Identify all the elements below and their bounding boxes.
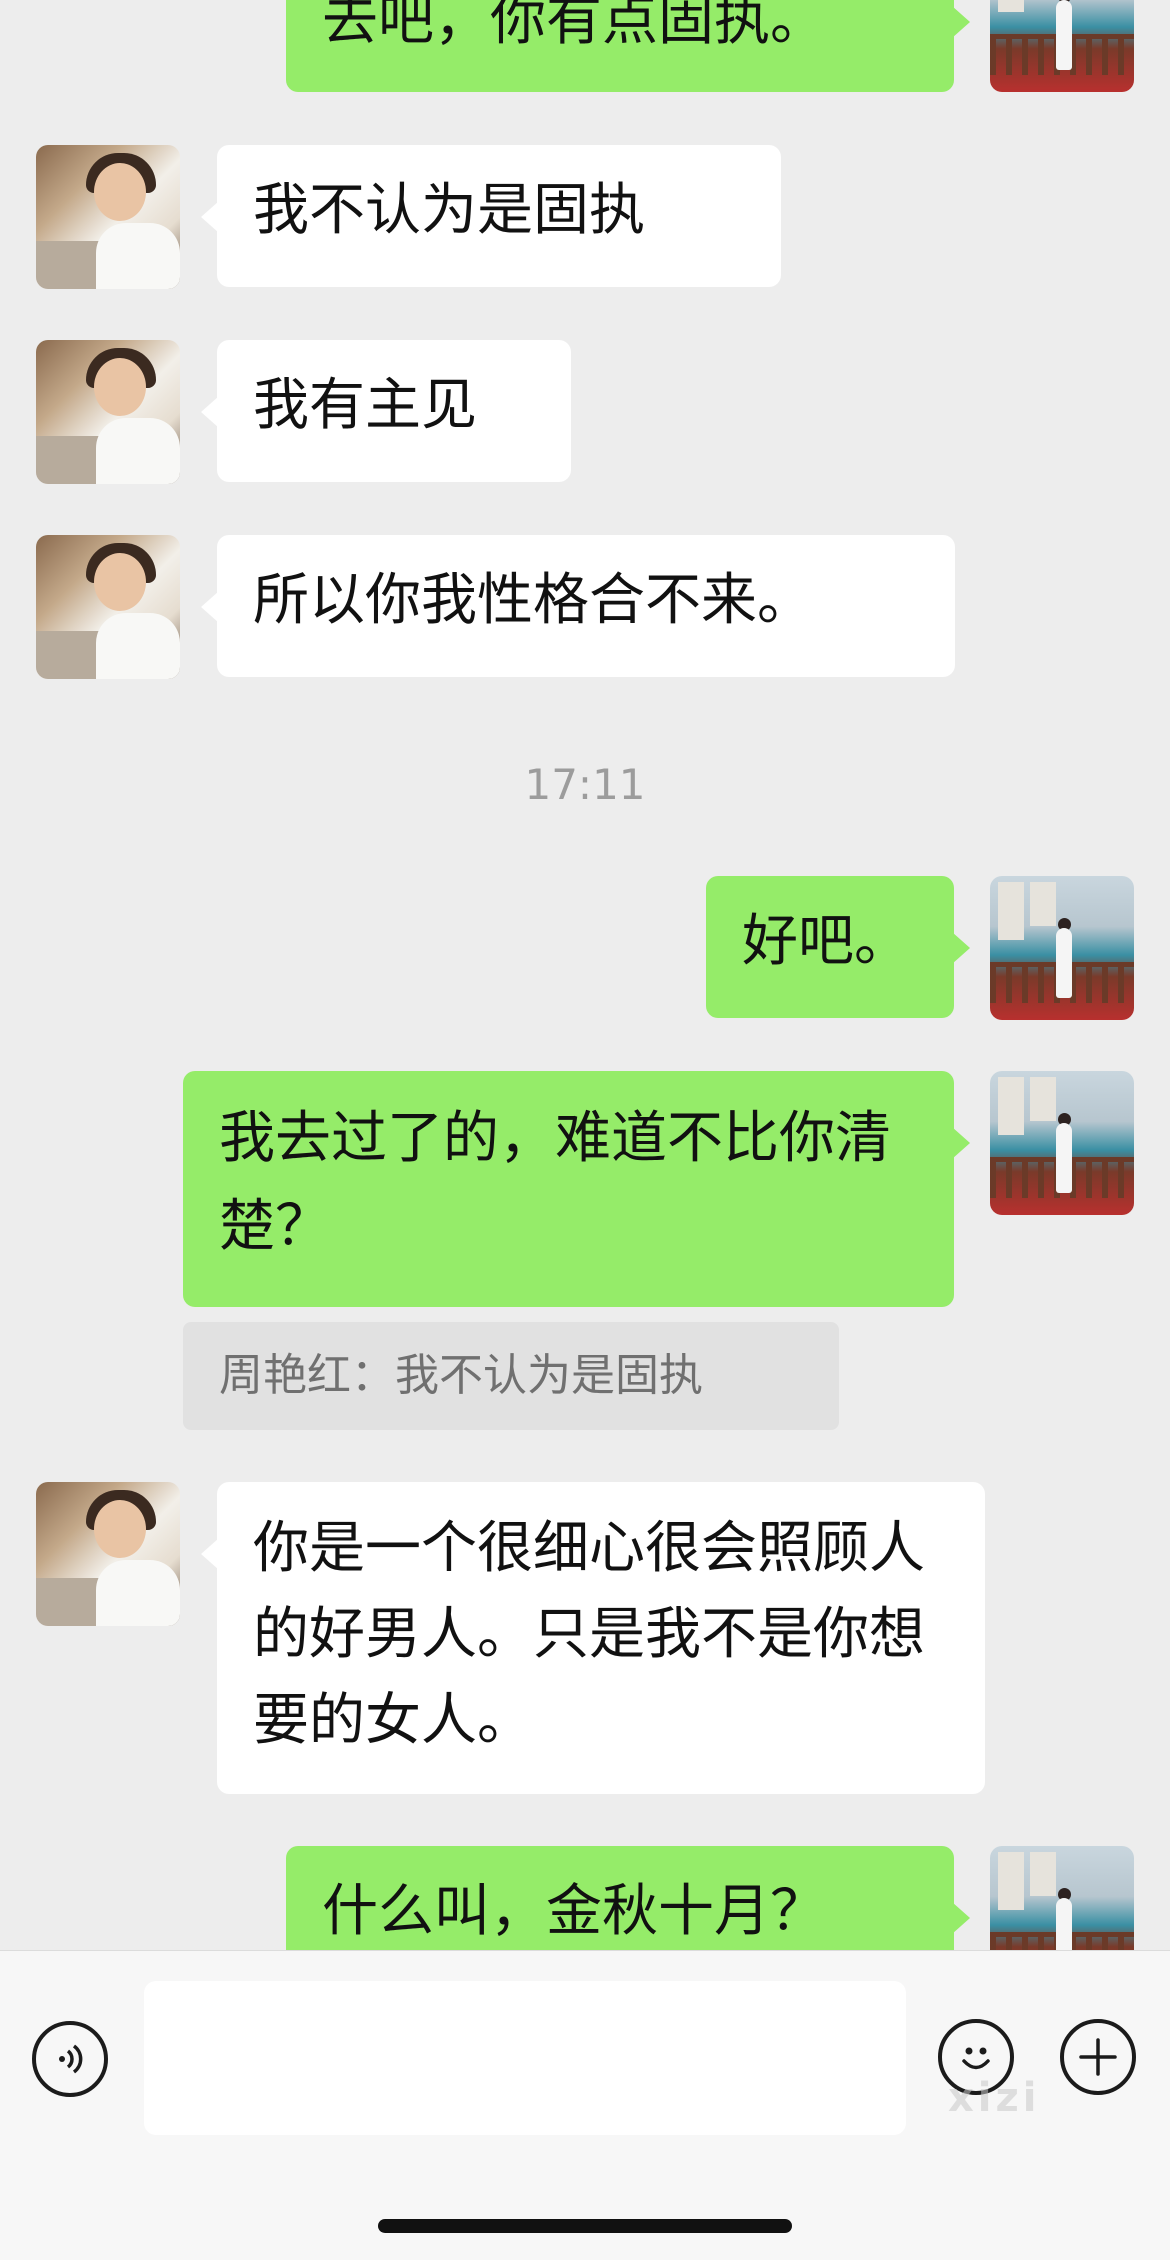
quoted-message[interactable]: 周艳红：我不认为是固执 [183,1322,839,1430]
my-avatar[interactable] [990,0,1134,92]
contact-avatar[interactable] [36,340,180,484]
chat-area[interactable]: 去吧，你有点固执。 我不认为是固执 我有主见 所以你我性格合不来。 17:11 … [0,0,1170,1950]
contact-avatar[interactable] [36,1482,180,1626]
message-bubble-incoming[interactable]: 你是一个很细心很会照顾人的好男人。只是我不是你想要的女人。 [201,1482,985,1794]
my-avatar[interactable] [990,1071,1134,1215]
message-bubble-incoming[interactable]: 我不认为是固执 [201,145,781,287]
message-bubble-outgoing[interactable]: 好吧。 [706,876,970,1018]
input-bar: xizi [0,1950,1170,2260]
message-bubble-outgoing[interactable]: 我去过了的，难道不比你清楚？ [183,1071,970,1307]
message-bubble-outgoing[interactable]: 什么叫，金秋十月？ [286,1846,970,1950]
contact-avatar[interactable] [36,145,180,289]
my-avatar[interactable] [990,876,1134,1020]
message-bubble-incoming[interactable]: 我有主见 [201,340,571,482]
watermark: xizi [948,2075,1041,2121]
message-bubble-outgoing[interactable]: 去吧，你有点固执。 [286,0,970,92]
plus-icon[interactable] [1060,2019,1136,2095]
voice-icon[interactable] [32,2021,108,2097]
contact-avatar[interactable] [36,535,180,679]
message-bubble-incoming[interactable]: 所以你我性格合不来。 [201,535,955,677]
message-input[interactable] [144,1981,906,2135]
my-avatar[interactable] [990,1846,1134,1950]
timestamp: 17:11 [524,760,646,809]
home-indicator[interactable] [378,2219,792,2233]
